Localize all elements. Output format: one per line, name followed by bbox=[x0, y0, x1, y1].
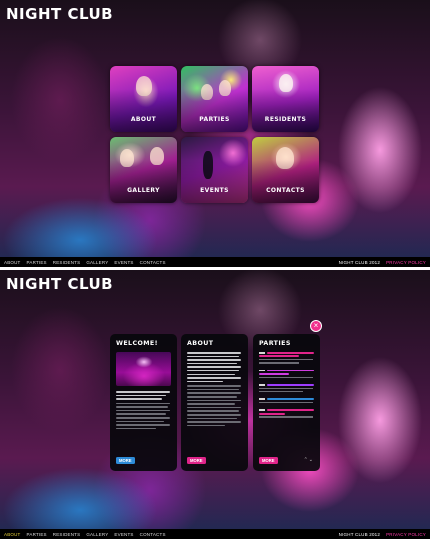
copyright: NIGHT CLUB 2012 bbox=[338, 259, 381, 265]
tile-label: EVENTS bbox=[200, 187, 229, 194]
tile-label: PARTIES bbox=[199, 116, 230, 123]
footer-link-parties[interactable]: PARTIES bbox=[27, 260, 47, 265]
copyright: NIGHT CLUB 2012 bbox=[338, 531, 381, 537]
scroll-arrows-icon[interactable]: ⌃⌄ bbox=[304, 457, 314, 463]
card-title: PARTIES bbox=[259, 340, 291, 347]
party-item[interactable] bbox=[259, 352, 314, 364]
more-button[interactable]: MORE bbox=[187, 457, 206, 464]
footer-legal: NIGHT CLUB 2012 PRIVACY POLICY bbox=[339, 260, 426, 265]
about-card: ABOUT MORE bbox=[181, 334, 248, 471]
card-title: ABOUT bbox=[187, 340, 214, 347]
party-item[interactable] bbox=[259, 384, 314, 393]
tile-label: GALLERY bbox=[127, 187, 160, 194]
tile-contacts[interactable]: CONTACTS bbox=[252, 137, 319, 203]
footer-link-residents[interactable]: RESIDENTS bbox=[53, 532, 81, 537]
footer-link-residents[interactable]: RESIDENTS bbox=[53, 260, 81, 265]
party-item[interactable] bbox=[259, 409, 314, 418]
tile-events[interactable]: EVENTS bbox=[181, 137, 248, 203]
privacy-policy-link[interactable]: PRIVACY POLICY bbox=[386, 532, 426, 537]
home-screen: NIGHT CLUB ABOUT PARTIES RESIDENTS GALLE… bbox=[0, 0, 430, 267]
party-item[interactable] bbox=[259, 398, 314, 404]
close-icon[interactable]: × bbox=[311, 321, 321, 331]
footer-link-parties[interactable]: PARTIES bbox=[27, 532, 47, 537]
tile-label: CONTACTS bbox=[266, 187, 305, 194]
tile-gallery[interactable]: GALLERY bbox=[110, 137, 177, 203]
tile-parties[interactable]: PARTIES bbox=[181, 66, 248, 132]
party-item[interactable] bbox=[259, 369, 314, 379]
footer-bar: ABOUT PARTIES RESIDENTS GALLERY EVENTS C… bbox=[0, 529, 430, 539]
footer-link-events[interactable]: EVENTS bbox=[114, 260, 133, 265]
more-button[interactable]: MORE bbox=[259, 457, 278, 464]
footer-nav: ABOUT PARTIES RESIDENTS GALLERY EVENTS C… bbox=[4, 260, 166, 265]
footer-link-contacts[interactable]: CONTACTS bbox=[140, 260, 166, 265]
site-logo[interactable]: NIGHT CLUB bbox=[6, 275, 113, 293]
footer-link-gallery[interactable]: GALLERY bbox=[86, 532, 108, 537]
text-block bbox=[187, 352, 242, 427]
welcome-card: WELCOME! MORE bbox=[110, 334, 177, 471]
menu-tiles: ABOUT PARTIES RESIDENTS GALLERY EVENTS C… bbox=[110, 66, 321, 203]
footer-link-about[interactable]: ABOUT bbox=[4, 260, 21, 265]
tile-residents[interactable]: RESIDENTS bbox=[252, 66, 319, 132]
footer-legal: NIGHT CLUB 2012 PRIVACY POLICY bbox=[339, 532, 426, 537]
footer-link-about[interactable]: ABOUT bbox=[4, 532, 21, 537]
privacy-policy-link[interactable]: PRIVACY POLICY bbox=[386, 260, 426, 265]
card-title: WELCOME! bbox=[116, 340, 158, 347]
footer-nav: ABOUT PARTIES RESIDENTS GALLERY EVENTS C… bbox=[4, 532, 166, 537]
footer-link-gallery[interactable]: GALLERY bbox=[86, 260, 108, 265]
more-button[interactable]: MORE bbox=[116, 457, 135, 464]
footer-link-events[interactable]: EVENTS bbox=[114, 532, 133, 537]
tile-about[interactable]: ABOUT bbox=[110, 66, 177, 132]
site-logo[interactable]: NIGHT CLUB bbox=[6, 5, 113, 23]
footer-link-contacts[interactable]: CONTACTS bbox=[140, 532, 166, 537]
text-block bbox=[116, 391, 171, 430]
tile-label: RESIDENTS bbox=[264, 116, 307, 123]
stage-photo bbox=[116, 352, 171, 386]
footer-bar: ABOUT PARTIES RESIDENTS GALLERY EVENTS C… bbox=[0, 257, 430, 267]
tile-label: ABOUT bbox=[130, 116, 157, 123]
parties-card: PARTIES MORE ⌃⌄ bbox=[253, 334, 320, 471]
